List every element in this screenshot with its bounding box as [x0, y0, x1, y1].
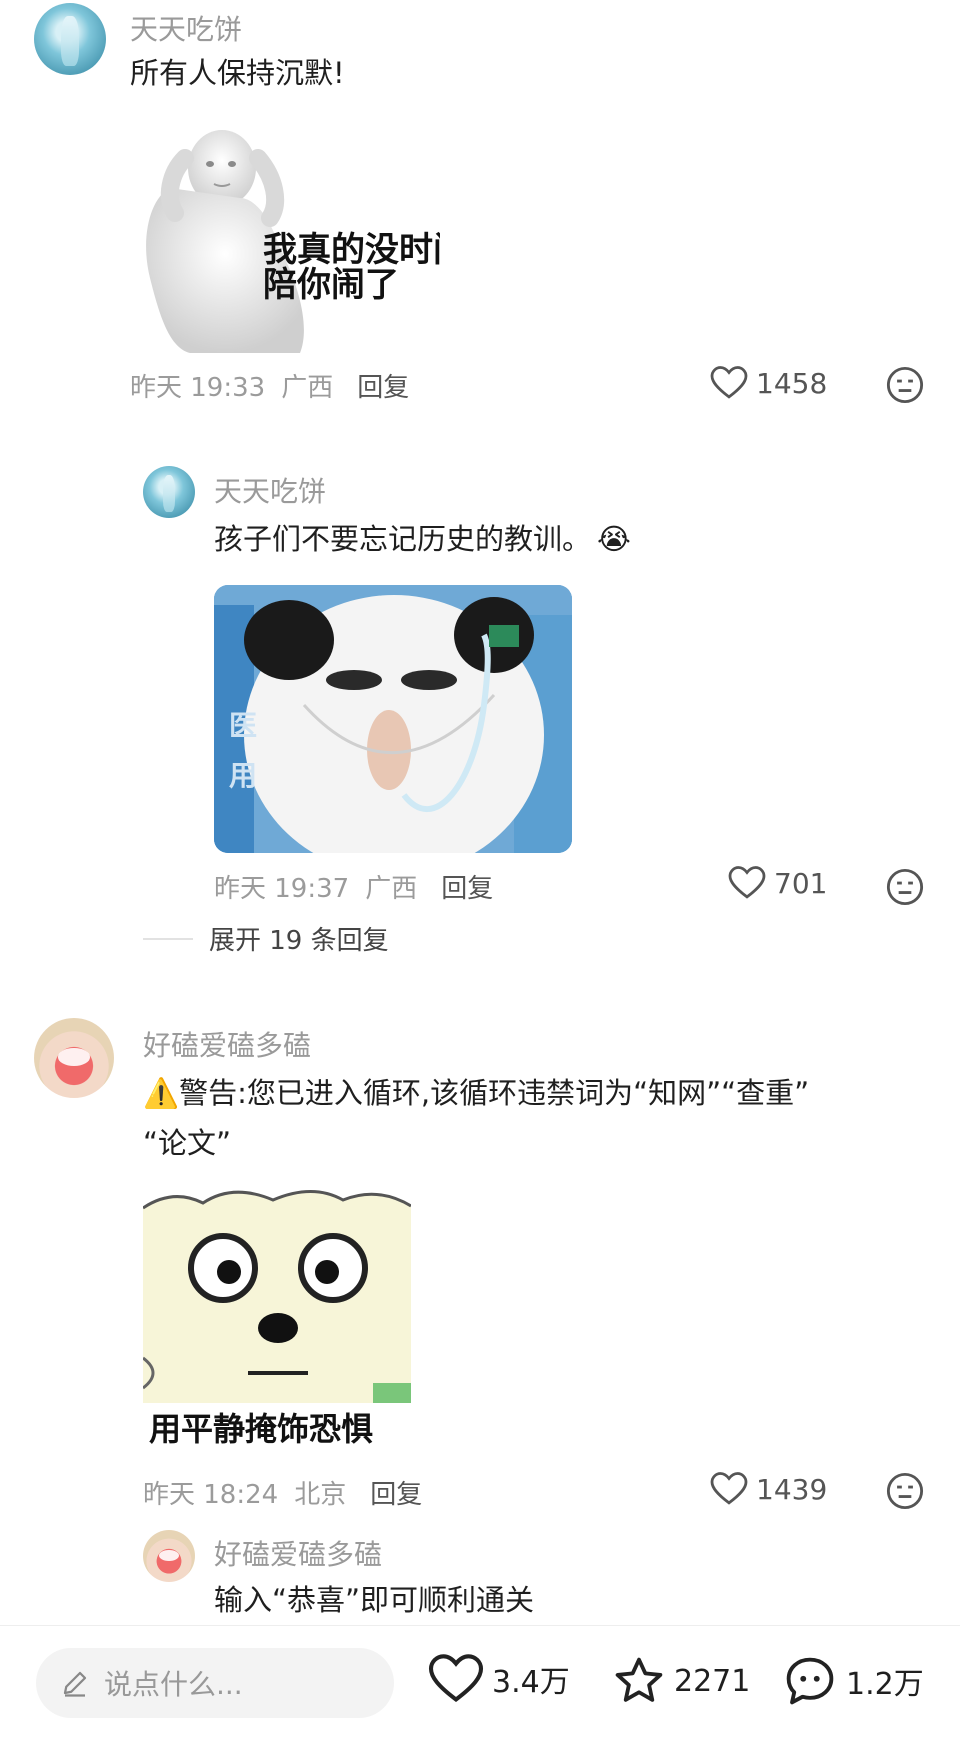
crying-emoji-icon: 😭 [597, 522, 631, 556]
like-count: 1458 [756, 366, 828, 400]
comment-location: 北京 [294, 1480, 347, 1510]
dislike-icon[interactable] [886, 366, 924, 404]
avatar[interactable] [34, 3, 106, 75]
star-icon [615, 1657, 663, 1702]
comment-input[interactable]: 说点什么... [36, 1648, 394, 1718]
reply-text: 输入“恭喜”即可顺利通关 [214, 1583, 535, 1617]
like-button[interactable]: 1458 [710, 366, 827, 400]
comment-text: 所有人保持沉默! [130, 56, 345, 90]
comment-text-line2: “论文” [143, 1126, 232, 1160]
input-placeholder: 说点什么... [104, 1668, 243, 1701]
bottom-action-bar: 说点什么... 3.4万 2271 1.2万 [0, 1625, 960, 1741]
svg-text:用: 用 [229, 759, 257, 792]
avatar[interactable] [34, 1018, 114, 1098]
heart-icon [710, 366, 748, 399]
like-button[interactable]: 1439 [710, 1472, 827, 1506]
comment-bubble-icon [786, 1657, 834, 1705]
comments-button[interactable]: 1.2万 [782, 1654, 924, 1708]
reply-location: 广西 [365, 874, 418, 904]
reply-time: 昨天 19:37 [214, 874, 350, 904]
reply-button[interactable]: 回复 [441, 868, 493, 905]
comment-text-line1: ⚠️警告:您已进入循环,该循环违禁词为“知网”“查重” [143, 1076, 809, 1111]
heart-icon [710, 1472, 748, 1505]
comment-username[interactable]: 好磕爱磕多磕 [143, 1024, 311, 1064]
comment-count: 1.2万 [846, 1667, 924, 1702]
expand-replies-button[interactable]: 展开 19 条回复 [143, 920, 389, 957]
meme-caption-line1: 我真的没时间 [263, 230, 440, 270]
comment-username[interactable]: 天天吃饼 [130, 8, 242, 48]
heart-icon [428, 1654, 484, 1703]
comment-time: 昨天 18:24 [143, 1480, 279, 1510]
reply-username[interactable]: 天天吃饼 [214, 470, 326, 510]
meme-image-kneeling[interactable]: 我真的没时间 陪你闹了 [130, 128, 440, 353]
like-count: 701 [774, 866, 828, 900]
reply-button[interactable]: 回复 [357, 367, 409, 404]
like-count: 1439 [756, 1472, 828, 1506]
panda-oxygen-illustration: 医 用 [214, 585, 572, 853]
reply-username[interactable]: 好磕爱磕多磕 [214, 1533, 382, 1573]
dislike-icon[interactable] [886, 868, 924, 906]
comment-meta: 昨天 18:24 北京 回复 [143, 1474, 422, 1511]
svg-text:医: 医 [229, 709, 257, 742]
meme-image-panda[interactable]: 医 用 [214, 585, 572, 853]
sheep-face-illustration [143, 1188, 411, 1403]
comment-meta: 昨天 19:33 广西 回复 [130, 367, 409, 404]
post-like-count: 3.4万 [492, 1665, 570, 1700]
post-like-button[interactable]: 3.4万 [428, 1654, 570, 1704]
avatar[interactable] [143, 466, 195, 518]
meme-caption: 用平静掩饰恐惧 [149, 1410, 374, 1448]
like-button[interactable]: 701 [728, 866, 827, 900]
reply-text-content: 孩子们不要忘记历史的教训。 [214, 522, 592, 556]
favorite-count: 2271 [674, 1663, 751, 1699]
comment-text-content: 警告:您已进入循环,该循环违禁词为“知网”“查重” [179, 1076, 810, 1110]
heart-icon [728, 866, 766, 899]
dislike-icon[interactable] [886, 1472, 924, 1510]
favorite-button[interactable]: 2271 [612, 1654, 750, 1708]
avatar[interactable] [143, 1530, 195, 1582]
meme-image-sheep[interactable]: 用平静掩饰恐惧 [143, 1188, 411, 1456]
comment-location: 广西 [281, 373, 334, 403]
comment-time: 昨天 19:33 [130, 373, 266, 403]
meme-caption-line2: 陪你闹了 [263, 265, 399, 305]
warning-icon: ⚠️ [143, 1076, 180, 1110]
reply-button[interactable]: 回复 [370, 1474, 422, 1511]
expand-replies-label: 展开 19 条回复 [209, 926, 389, 956]
reply-meta: 昨天 19:37 广西 回复 [214, 868, 493, 905]
divider-line [143, 937, 193, 940]
reply-text: 孩子们不要忘记历史的教训。 😭 [214, 522, 631, 557]
pencil-icon [63, 1671, 87, 1697]
